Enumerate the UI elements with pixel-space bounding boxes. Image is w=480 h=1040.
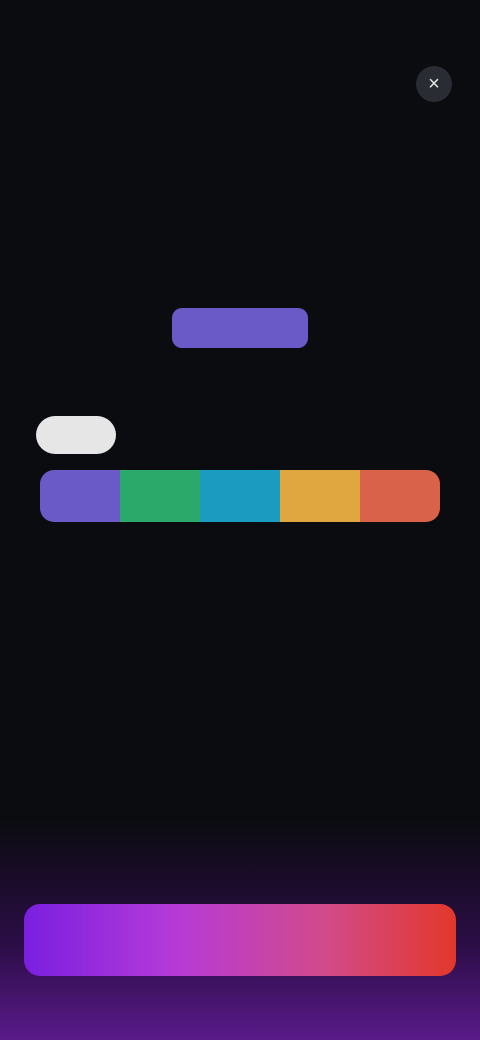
scale-segment-5 <box>360 470 440 522</box>
scale-pointer <box>36 416 116 454</box>
scale-segment-3 <box>200 470 280 522</box>
scale-segment-1 <box>40 470 120 522</box>
status-bar <box>0 0 480 60</box>
scale-segment-2 <box>120 470 200 522</box>
screen: × <box>0 0 480 1040</box>
level-badge <box>172 308 308 348</box>
scale-bar <box>40 470 440 522</box>
close-button[interactable]: × <box>416 66 452 102</box>
scale-segment-4 <box>280 470 360 522</box>
primary-cta-button[interactable] <box>24 904 456 976</box>
close-icon: × <box>428 72 440 95</box>
